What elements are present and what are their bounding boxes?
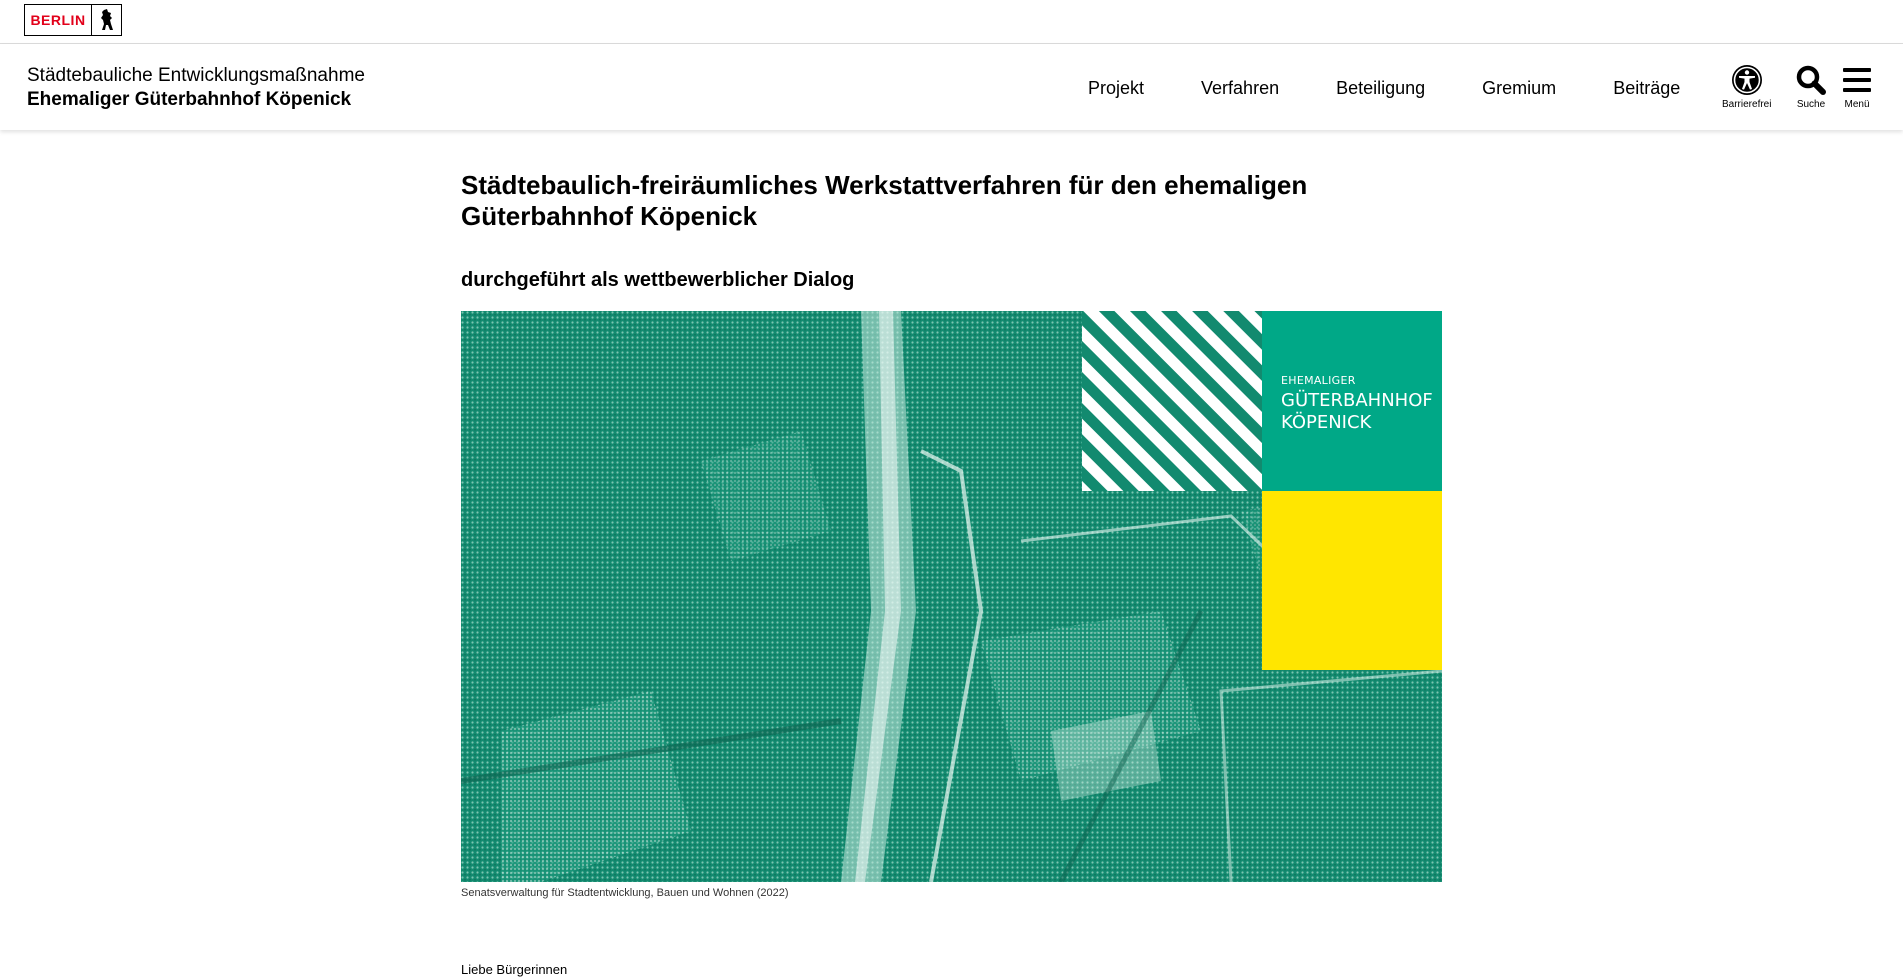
nav-item-beteiligung[interactable]: Beteiligung xyxy=(1336,78,1425,99)
berlin-bear-icon xyxy=(92,5,121,35)
nav-item-projekt[interactable]: Projekt xyxy=(1088,78,1144,99)
nav-item-verfahren[interactable]: Verfahren xyxy=(1201,78,1279,99)
search-label: Suche xyxy=(1796,99,1826,110)
hamburger-menu-icon xyxy=(1843,68,1871,92)
page-subtitle: durchgeführt als wettbewerblicher Dialog xyxy=(461,269,855,291)
menu-button[interactable]: Menü xyxy=(1842,64,1872,110)
hero-image: EHEMALIGER GÜTERBAHNHOF KÖPENICK xyxy=(461,311,1442,882)
search-icon xyxy=(1796,65,1826,95)
berlin-logo-word: BERLIN xyxy=(25,5,92,35)
project-logo-line2: KÖPENICK xyxy=(1281,412,1372,433)
top-bar: BERLIN xyxy=(0,0,1903,44)
nav-item-gremium[interactable]: Gremium xyxy=(1482,78,1556,99)
site-title-line2: Ehemaliger Güterbahnhof Köpenick xyxy=(27,89,352,110)
site-title-line1: Städtebauliche Entwicklungsmaßnahme xyxy=(27,65,365,86)
nav-item-beitraege[interactable]: Beiträge xyxy=(1613,78,1680,99)
intro-text: Liebe Bürgerinnen xyxy=(461,962,568,977)
image-caption: Senatsverwaltung für Stadtentwicklung, B… xyxy=(461,887,789,899)
project-logo: EHEMALIGER GÜTERBAHNHOF KÖPENICK xyxy=(1281,374,1433,434)
site-header: Städtebauliche Entwicklungsmaßnahme Ehem… xyxy=(0,44,1903,130)
page-title: Städtebaulich-freiräumliches Werkstattve… xyxy=(461,170,1308,231)
main-nav: Projekt Verfahren Beteiligung Gremium Be… xyxy=(1088,78,1737,99)
berlin-logo[interactable]: BERLIN xyxy=(24,4,122,36)
main-content: Städtebaulich-freiräumliches Werkstattve… xyxy=(461,170,1442,977)
project-logo-small: EHEMALIGER xyxy=(1281,374,1356,387)
accessibility-button[interactable]: Barrierefrei xyxy=(1722,64,1771,110)
search-button[interactable]: Suche xyxy=(1795,64,1827,110)
accessibility-icon xyxy=(1731,65,1762,95)
site-title[interactable]: Städtebauliche Entwicklungsmaßnahme Ehem… xyxy=(27,64,365,112)
project-logo-line1: GÜTERBAHNHOF xyxy=(1281,390,1433,411)
menu-label: Menü xyxy=(1844,99,1870,110)
accessibility-label: Barrierefrei xyxy=(1722,99,1772,110)
